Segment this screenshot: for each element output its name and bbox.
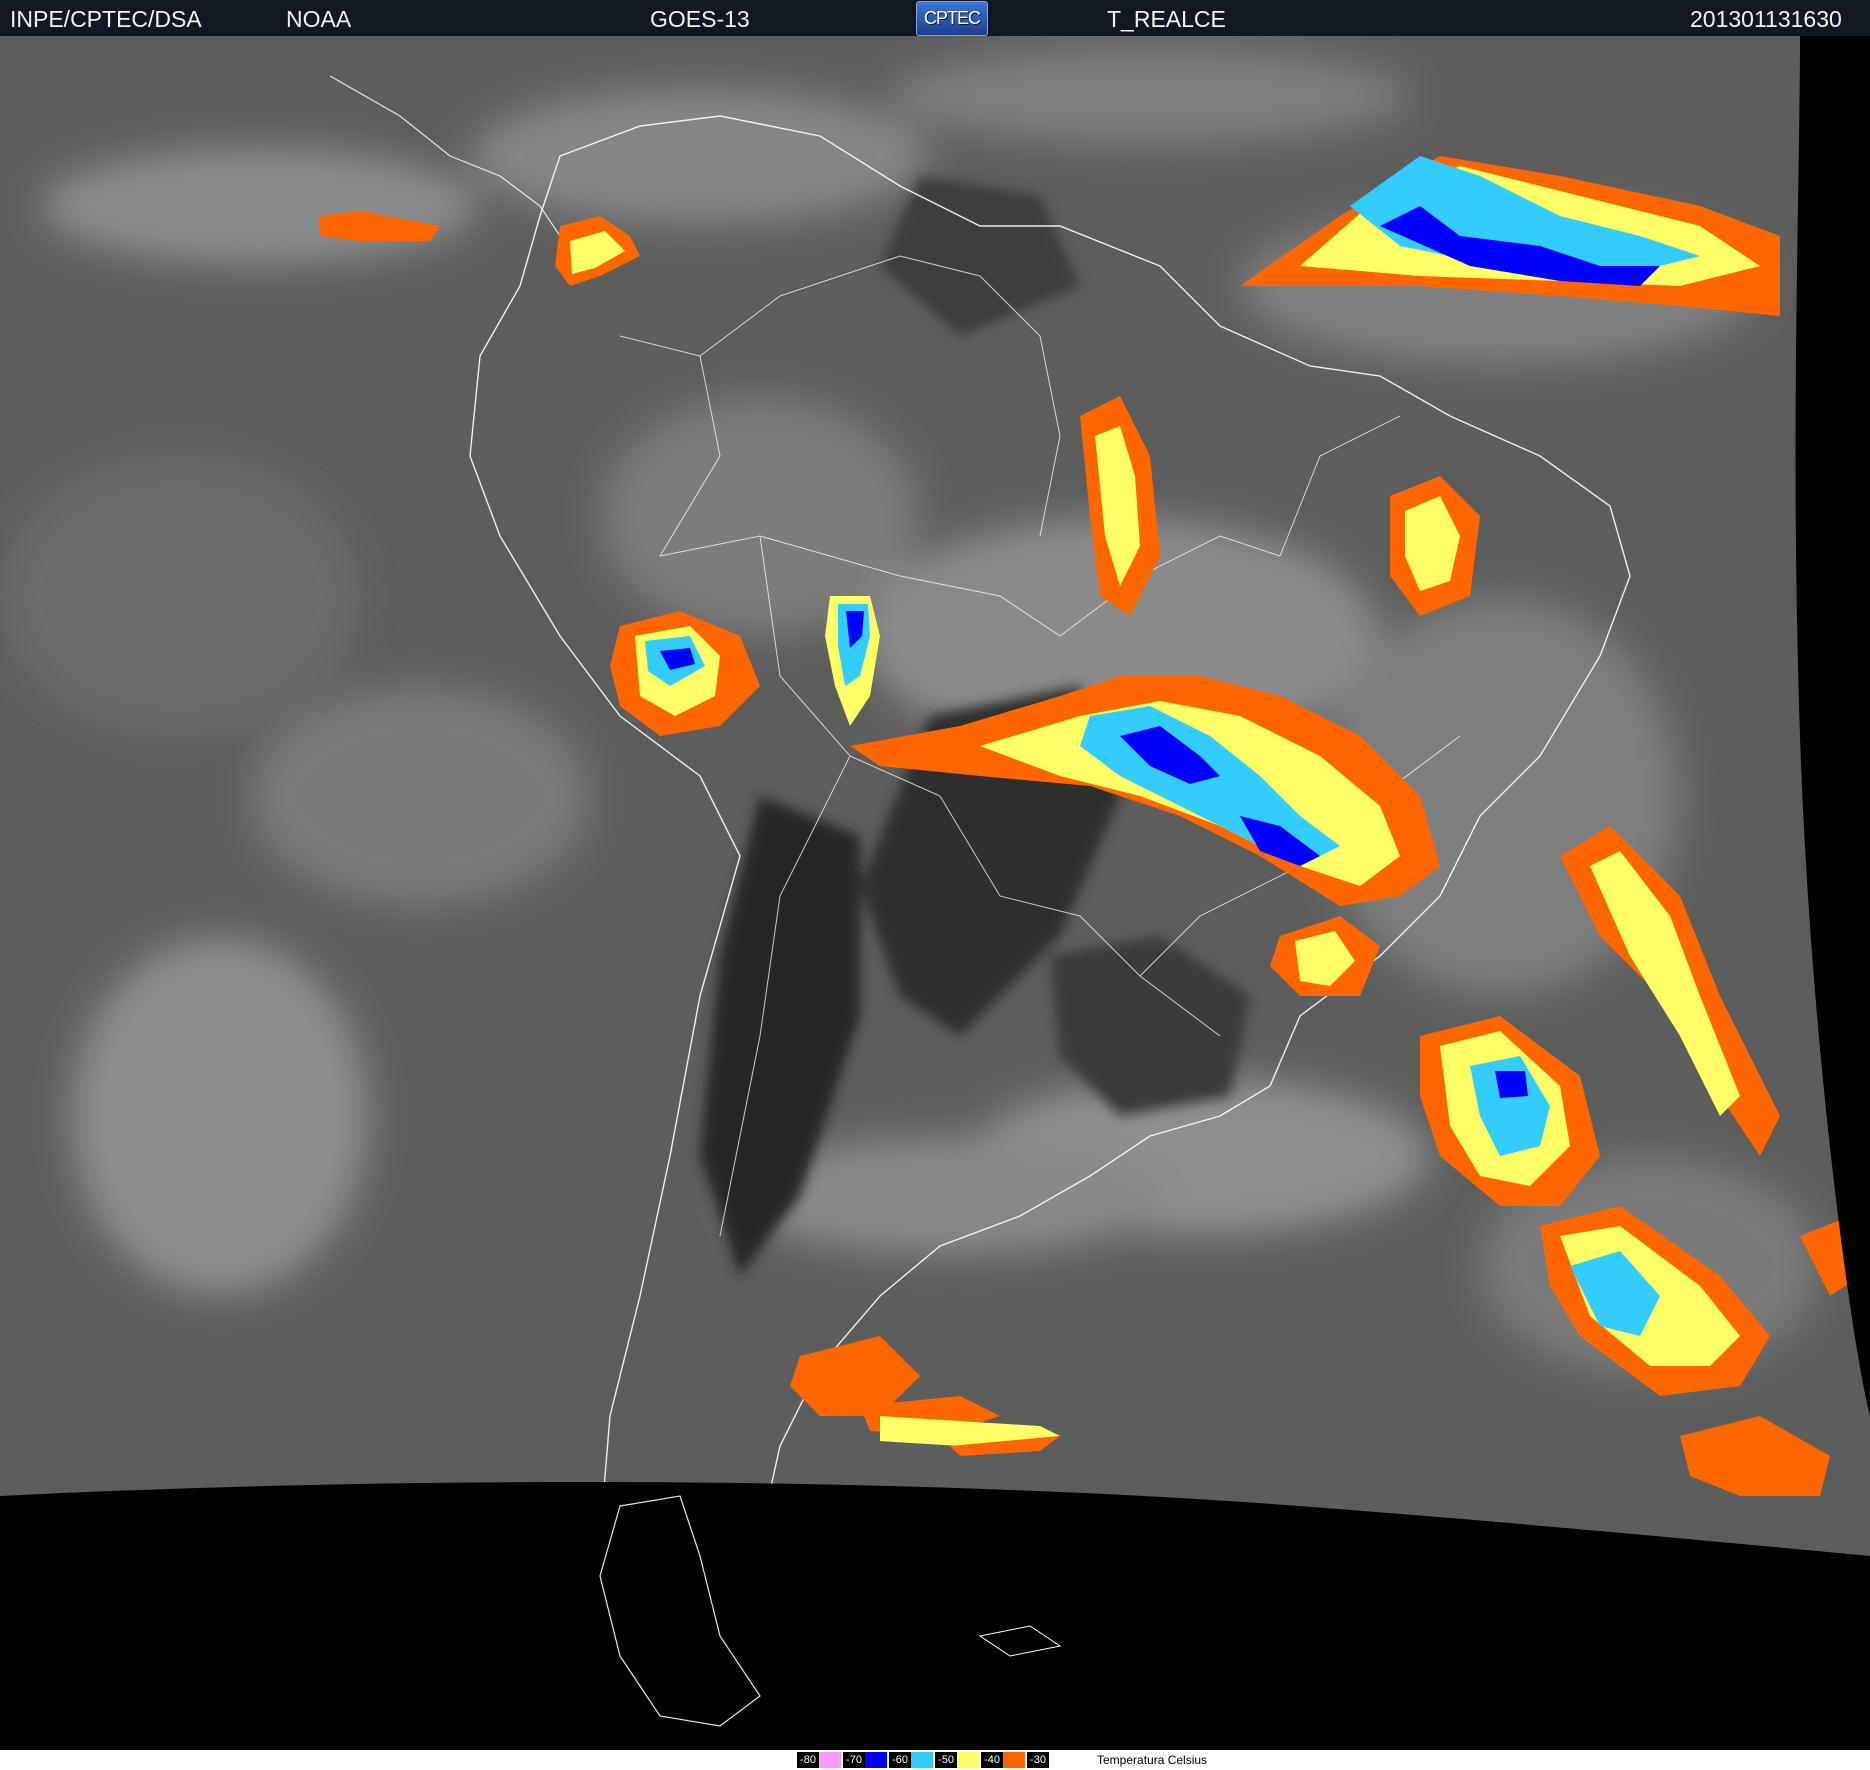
legend-value: -80 [797,1752,819,1768]
logo-text: CPTEC [923,8,981,28]
header-bar: INPE/CPTEC/DSA NOAA GOES-13 CPTEC T_REAL… [0,0,1870,36]
legend-value: -40 [981,1752,1003,1768]
legend-value: -70 [843,1752,865,1768]
timestamp-label: 201301131630 [1690,6,1842,32]
legend-value: -30 [1027,1752,1049,1768]
legend-swatch [865,1752,887,1768]
legend-swatch [819,1752,841,1768]
temperature-legend: -80 -70 -60 -50 -40 -30 Temperatura Cels… [0,1750,1870,1770]
satellite-map [0,36,1870,1750]
legend-swatch [957,1752,979,1768]
agency-label: INPE/CPTEC/DSA [10,6,202,32]
legend-value: -50 [935,1752,957,1768]
legend-value: -60 [889,1752,911,1768]
satellite-label: GOES-13 [650,6,750,32]
source-label: NOAA [286,6,352,32]
satellite-image [0,36,1870,1750]
product-label: T_REALCE [1107,6,1226,32]
cptec-logo: CPTEC [916,1,988,36]
legend-label: Temperatura Celsius [1097,1753,1208,1767]
legend-swatch [1003,1752,1025,1768]
legend-swatch [911,1752,933,1768]
